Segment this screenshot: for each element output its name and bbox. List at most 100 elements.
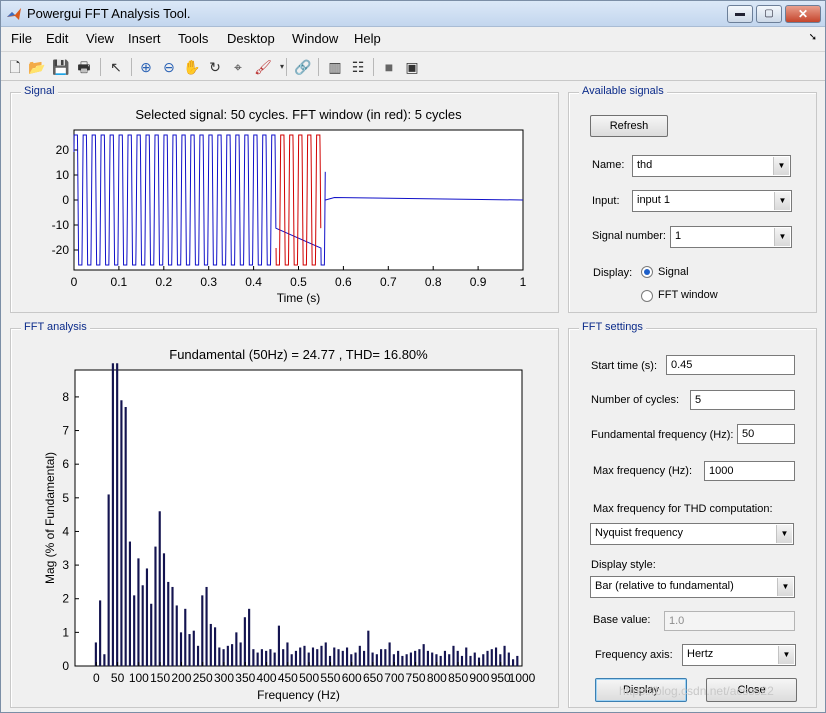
open-icon[interactable]: 📂 xyxy=(27,57,47,77)
menu-file[interactable]: File xyxy=(11,31,32,46)
brush-dropdown-icon[interactable]: ▾ xyxy=(272,57,292,77)
menu-desktop[interactable]: Desktop xyxy=(227,31,275,46)
fft-bar xyxy=(367,630,370,666)
fft-bar xyxy=(179,632,183,666)
zoom-in-icon[interactable]: ⊕ xyxy=(136,57,156,77)
fft-bar xyxy=(345,647,349,666)
x-tick-label: 150 xyxy=(150,671,170,685)
fft-bar xyxy=(401,655,404,666)
new-icon[interactable]: 🗋 xyxy=(5,57,25,77)
signal-x-axis-label: Time (s) xyxy=(277,291,321,305)
minimize-button[interactable]: ▬ xyxy=(727,5,753,23)
start-time-input[interactable]: 0.45 xyxy=(666,355,795,375)
menu-tools[interactable]: Tools xyxy=(178,31,208,46)
x-tick-label: 800 xyxy=(427,671,447,685)
fft-bar xyxy=(303,645,306,666)
x-tick-label: 100 xyxy=(129,671,149,685)
fft-bar xyxy=(235,632,238,666)
save-icon[interactable]: 💾 xyxy=(51,57,71,77)
print-icon[interactable]: 🖶 xyxy=(74,57,94,77)
max-freq-input[interactable]: 1000 xyxy=(704,461,795,481)
x-tick-label: 0.4 xyxy=(245,275,262,289)
fft-bar xyxy=(256,652,259,666)
fft-bar xyxy=(358,645,361,666)
name-select[interactable]: thd ▼ xyxy=(632,155,791,177)
fft-bar xyxy=(209,623,212,666)
fft-bar xyxy=(482,654,485,666)
title-bar: Powergui FFT Analysis Tool. ▬ ▢ ✕ xyxy=(1,1,825,27)
y-tick-label: 2 xyxy=(62,592,69,606)
x-tick-label: 1000 xyxy=(509,671,536,685)
fft-bar xyxy=(273,652,276,666)
fft-bar xyxy=(324,642,327,666)
fft-bar xyxy=(282,649,285,666)
dock-icon[interactable]: ▣ xyxy=(402,57,422,77)
zoom-out-icon[interactable]: ⊖ xyxy=(159,57,179,77)
radio-signal[interactable] xyxy=(641,266,653,278)
rotate-icon[interactable]: ↻ xyxy=(205,57,225,77)
maximize-button[interactable]: ▢ xyxy=(756,5,782,23)
x-tick-label: 0.5 xyxy=(290,275,307,289)
fft-bar xyxy=(111,363,114,666)
pointer-icon[interactable]: ↖ xyxy=(106,57,126,77)
display-style-select[interactable]: Bar (relative to fundamental) ▼ xyxy=(590,576,795,598)
pan-icon[interactable]: ✋ xyxy=(182,57,202,77)
menu-window[interactable]: Window xyxy=(292,31,338,46)
app-window: Powergui FFT Analysis Tool. ▬ ▢ ✕ File E… xyxy=(0,0,826,713)
y-tick-label: 3 xyxy=(62,558,69,572)
matlab-icon xyxy=(7,8,21,20)
radio-fft-window[interactable] xyxy=(641,290,653,302)
fft-bar xyxy=(214,627,217,666)
fft-bar xyxy=(469,655,472,666)
fund-freq-input[interactable]: 50 xyxy=(737,424,795,444)
fft-bar xyxy=(354,652,357,666)
x-tick-label: 350 xyxy=(235,671,255,685)
fft-bar xyxy=(490,649,493,666)
brush-icon[interactable]: 🖌 xyxy=(253,57,273,77)
fft-bar xyxy=(154,546,157,666)
fft-bar xyxy=(384,649,387,666)
max-freq-label: Max frequency (Hz): xyxy=(593,465,693,477)
signal-number-select[interactable]: 1 ▼ xyxy=(670,226,792,248)
x-tick-label: 0.2 xyxy=(155,275,172,289)
close-window-button[interactable]: ✕ xyxy=(785,5,821,23)
x-tick-label: 900 xyxy=(469,671,489,685)
refresh-button[interactable]: Refresh xyxy=(590,115,668,137)
thd-select[interactable]: Nyquist frequency ▼ xyxy=(590,523,794,545)
input-select[interactable]: input 1 ▼ xyxy=(632,190,792,212)
cycles-input[interactable]: 5 xyxy=(690,390,795,410)
dock-arrow-icon[interactable]: ➘ xyxy=(809,32,817,43)
y-tick-label: 7 xyxy=(62,424,69,438)
legend-icon[interactable]: ☷ xyxy=(348,57,368,77)
menu-insert[interactable]: Insert xyxy=(128,31,161,46)
x-tick-label: 0.9 xyxy=(470,275,487,289)
fft-bar xyxy=(141,585,144,666)
fft-bar xyxy=(150,603,153,666)
fft-settings-title: FFT settings xyxy=(579,321,646,333)
y-tick-label: -10 xyxy=(52,218,70,232)
fft-bar xyxy=(162,553,166,666)
y-tick-label: 20 xyxy=(56,143,70,157)
fft-bar xyxy=(409,652,412,666)
signal-plot[interactable]: Selected signal: 50 cycles. FFT window (… xyxy=(11,101,557,311)
fft-chart-title: Fundamental (50Hz) = 24.77 , THD= 16.80% xyxy=(169,347,428,362)
link-icon[interactable]: 🔗 xyxy=(293,57,313,77)
fft-bar xyxy=(99,600,102,666)
hide-tools-icon[interactable]: ■ xyxy=(379,57,399,77)
name-label: Name: xyxy=(592,159,625,171)
fft-bar xyxy=(507,652,510,666)
menu-view[interactable]: View xyxy=(86,31,114,46)
x-tick-label: 650 xyxy=(363,671,383,685)
fft-bar xyxy=(248,608,251,666)
frequency-axis-select[interactable]: Hertz ▼ xyxy=(682,644,796,666)
menu-help[interactable]: Help xyxy=(354,31,381,46)
fft-bar xyxy=(494,647,498,666)
thd-label: Max frequency for THD computation: xyxy=(593,503,773,515)
fft-bar xyxy=(375,654,378,666)
fft-bar xyxy=(167,581,170,666)
fft-bar xyxy=(388,642,391,666)
menu-edit[interactable]: Edit xyxy=(46,31,68,46)
fft-plot[interactable]: Fundamental (50Hz) = 24.77 , THD= 16.80%… xyxy=(11,331,557,706)
colorbar-icon[interactable]: ▥ xyxy=(325,57,345,77)
data-cursor-icon[interactable]: ⌖ xyxy=(228,57,248,77)
